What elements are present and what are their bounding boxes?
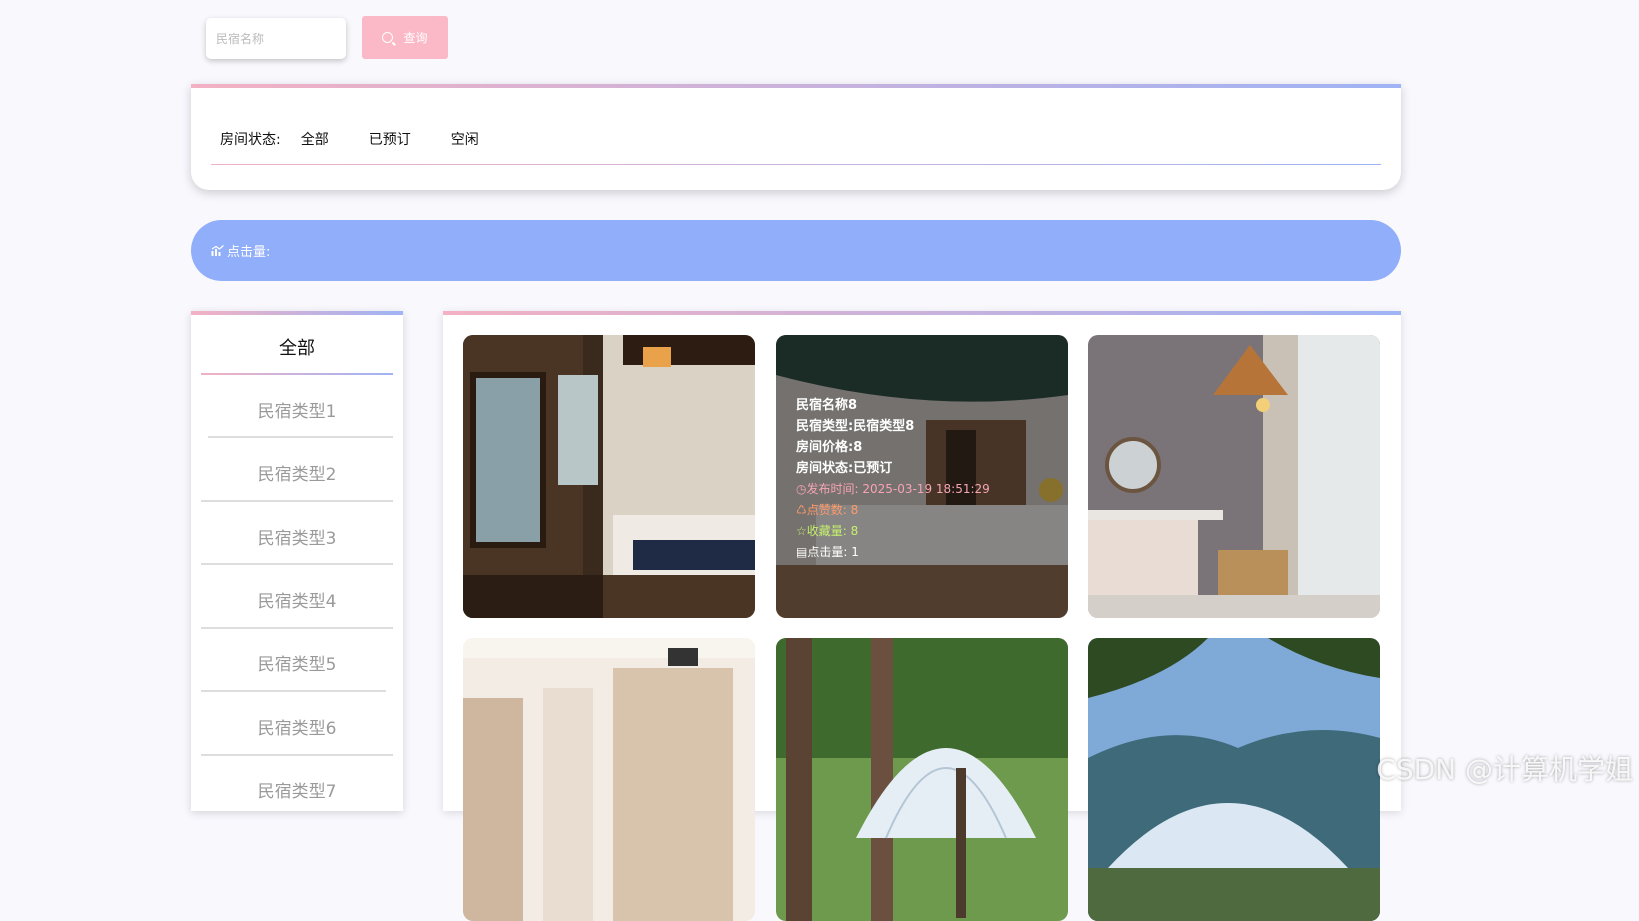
filter-panel: 房间状态: 全部 已预订 空闲 [191, 84, 1401, 190]
homestay-name: 民宿名称8 [796, 398, 858, 413]
room-photo [463, 638, 755, 921]
panel-top-border [191, 84, 1401, 88]
sidebar-item-type4[interactable]: 民宿类型4 [201, 582, 393, 622]
card-info-overlay: 民宿名称8 民宿类型:民宿类型8 房间价格:8 房间状态:已预订 ◷发布时间: … [776, 335, 1068, 618]
sidebar-all-underline [201, 373, 393, 375]
filter-option-all[interactable]: 全部 [301, 129, 329, 149]
click-count-banner[interactable]: 点击量: [191, 220, 1401, 281]
search-button[interactable]: 查询 [362, 16, 448, 59]
homestay-card[interactable] [1088, 638, 1380, 921]
homestay-card[interactable] [463, 638, 755, 921]
watermark-text: CSDN @计算机学姐 [1376, 753, 1633, 786]
room-price: 房间价格:8 [796, 440, 863, 455]
search-button-label: 查询 [403, 31, 428, 45]
grid-top-border [443, 311, 1401, 315]
room-photo [463, 335, 755, 618]
room-status: 房间状态:已预订 [796, 461, 893, 476]
thumbs-up-icon: ♺ [796, 503, 807, 517]
room-photo [1088, 335, 1380, 618]
sidebar-item-type3[interactable]: 民宿类型3 [201, 519, 393, 559]
chart-icon [211, 245, 224, 256]
homestay-type: 民宿类型:民宿类型8 [796, 419, 915, 434]
homestay-card[interactable] [776, 638, 1068, 921]
click-count-label: 点击量: [227, 245, 271, 260]
filter-label: 房间状态: [220, 132, 281, 148]
dome-photo [776, 638, 1068, 921]
sidebar-divider [201, 690, 386, 692]
sidebar-item-type2[interactable]: 民宿类型2 [201, 455, 393, 495]
clock-icon: ◷ [796, 482, 807, 496]
room-status-filter: 房间状态: 全部 已预订 空闲 [220, 129, 519, 149]
sidebar-item-all[interactable]: 全部 [201, 329, 393, 369]
search-icon [382, 32, 394, 43]
filter-option-free[interactable]: 空闲 [451, 129, 479, 149]
sidebar-divider [201, 627, 393, 629]
search-input[interactable] [206, 18, 346, 59]
sidebar-item-type6[interactable]: 民宿类型6 [201, 709, 393, 749]
homestay-grid-panel: 民宿名称8 民宿类型:民宿类型8 房间价格:8 房间状态:已预订 ◷发布时间: … [443, 311, 1401, 921]
publish-time: 发布时间: 2025-03-19 18:51:29 [806, 482, 990, 496]
sidebar-item-type7[interactable]: 民宿类型7 [201, 772, 393, 812]
homestay-card-hovered[interactable]: 民宿名称8 民宿类型:民宿类型8 房间价格:8 房间状态:已预订 ◷发布时间: … [776, 335, 1068, 618]
sidebar-item-type5[interactable]: 民宿类型5 [201, 645, 393, 685]
category-sidebar: 全部 民宿类型1 民宿类型2 民宿类型3 民宿类型4 民宿类型5 民宿类型6 民… [191, 311, 403, 811]
star-icon: ☆ [796, 524, 807, 538]
sidebar-divider [208, 436, 393, 438]
sidebar-divider [201, 500, 393, 502]
like-count: 点赞数: 8 [806, 503, 859, 517]
homestay-card[interactable] [463, 335, 755, 618]
sidebar-divider [201, 754, 393, 756]
click-count: 点击量: 1 [807, 545, 859, 559]
homestay-card[interactable] [1088, 335, 1380, 618]
filter-divider [211, 164, 1381, 165]
sidebar-top-border [191, 311, 403, 315]
sidebar-item-type1[interactable]: 民宿类型1 [201, 392, 393, 432]
dome-photo [1088, 638, 1380, 921]
sidebar-divider [201, 563, 393, 565]
favorite-count: 收藏量: 8 [806, 524, 859, 538]
filter-option-booked[interactable]: 已预订 [369, 129, 411, 149]
document-icon: ▤ [796, 545, 808, 559]
